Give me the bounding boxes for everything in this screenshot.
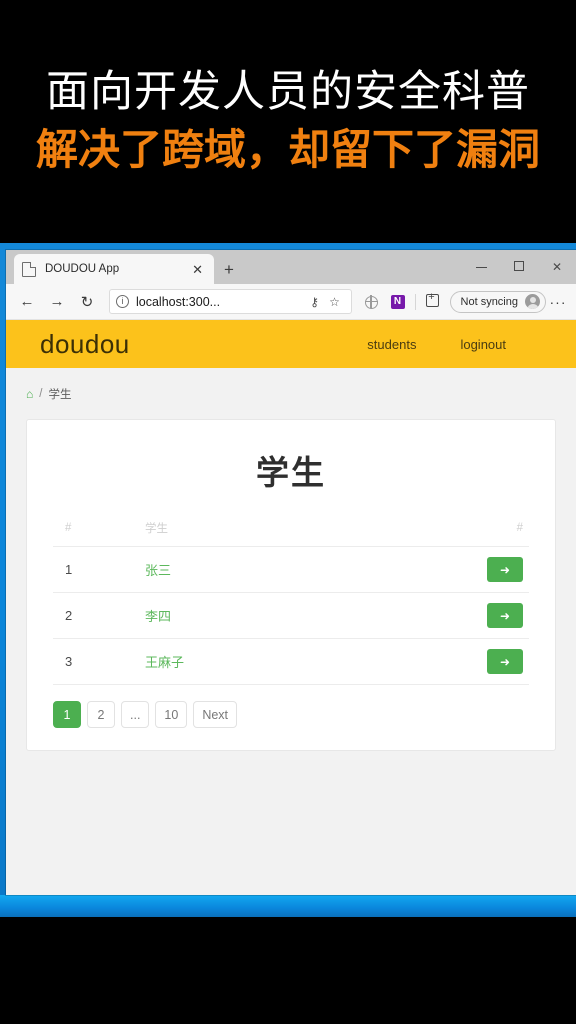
bookmark-star-icon[interactable]: ☆ (325, 295, 345, 309)
password-key-icon[interactable]: ⚷ (305, 295, 325, 309)
table-head: # 学生 # (53, 520, 529, 547)
row-detail-arrow-icon[interactable]: ➜ (487, 557, 523, 582)
page-favicon-icon (22, 261, 36, 277)
pagination-page-10[interactable]: 10 (155, 701, 188, 728)
cell-name: 王麻子 (123, 638, 364, 685)
pagination-next-button[interactable]: Next (193, 701, 238, 728)
table-row: 2 李四 ➜ (53, 592, 529, 639)
column-header-id: # (53, 520, 123, 547)
row-detail-arrow-icon[interactable]: ➜ (487, 649, 523, 674)
cell-name: 张三 (123, 546, 364, 593)
student-name-link[interactable]: 张三 (145, 563, 171, 578)
breadcrumb-separator: / (39, 388, 43, 400)
browser-tab[interactable]: DOUDOU App ✕ (14, 254, 214, 284)
video-caption-band: 面向开发人员的安全科普 解决了跨域，却留下了漏洞 (0, 0, 576, 243)
pagination-page-1[interactable]: 1 (53, 701, 81, 728)
pagination-ellipsis: ... (121, 701, 150, 728)
pagination-page-2[interactable]: 2 (87, 701, 115, 728)
student-name-link[interactable]: 李四 (145, 609, 171, 624)
site-navbar: doudou students loginout (6, 320, 576, 368)
column-header-name: 学生 (123, 520, 364, 547)
home-icon[interactable]: ⌂ (26, 388, 33, 400)
cell-id: 1 (53, 546, 123, 593)
forward-button[interactable]: → (42, 288, 72, 316)
desktop-taskbar-strip (0, 895, 576, 917)
new-tab-button[interactable]: + (224, 261, 234, 278)
table-row: 3 王麻子 ➜ (53, 638, 529, 685)
onenote-icon[interactable]: N (385, 294, 411, 309)
cell-id: 2 (53, 592, 123, 639)
page-title: 学生 (256, 454, 326, 491)
window-controls: ✕ (462, 250, 576, 284)
students-card: 学生 # 学生 # 1 张三 ➜ 2 李四 ➜ 3 王麻子 ➜ 1 2 ... … (26, 419, 556, 751)
reload-button[interactable]: ↻ (72, 288, 102, 316)
close-window-button[interactable]: ✕ (538, 260, 576, 274)
browser-settings-more-button[interactable]: ··· (546, 294, 570, 310)
web-page: doudou students loginout ⌂ / 学生 学生 # 学生 … (6, 320, 576, 895)
caption-line-primary: 面向开发人员的安全科普 (46, 68, 530, 117)
address-bar-url: localhost:300... (136, 294, 221, 309)
close-tab-icon[interactable]: ✕ (189, 263, 206, 276)
nav-link-loginout[interactable]: loginout (460, 337, 506, 352)
extension-globe-icon[interactable] (359, 294, 385, 309)
bottom-letterbox (0, 917, 576, 1024)
sync-status-label: Not syncing (460, 295, 518, 308)
site-nav-links: students loginout (367, 337, 576, 352)
onenote-glyph: N (390, 294, 405, 309)
address-bar[interactable]: i localhost:300... ⚷ ☆ (109, 289, 352, 314)
table-header-row: # 学生 # (53, 520, 529, 547)
cell-name: 李四 (123, 592, 364, 639)
cell-action: ➜ (363, 592, 529, 639)
toolbar-divider (414, 293, 416, 310)
student-name-link[interactable]: 王麻子 (145, 655, 184, 670)
browser-window: DOUDOU App ✕ + ✕ ← → ↻ i localhost:300..… (6, 250, 576, 895)
site-info-icon[interactable]: i (116, 295, 129, 308)
minimize-window-button[interactable] (462, 260, 500, 274)
breadcrumb-current: 学生 (48, 389, 72, 401)
maximize-window-button[interactable] (500, 260, 538, 274)
pagination: 1 2 ... 10 Next (53, 701, 529, 728)
cell-action: ➜ (363, 638, 529, 685)
column-header-action: # (363, 520, 529, 547)
browser-tab-strip: DOUDOU App ✕ + ✕ (6, 250, 576, 284)
back-button[interactable]: ← (12, 288, 42, 316)
breadcrumb: ⌂ / 学生 (6, 368, 576, 402)
browser-tab-title: DOUDOU App (45, 263, 120, 275)
collections-icon[interactable] (420, 291, 446, 310)
students-table: # 学生 # 1 张三 ➜ 2 李四 ➜ 3 王麻子 ➜ (53, 520, 529, 685)
cell-action: ➜ (363, 546, 529, 593)
avatar (525, 294, 540, 309)
row-detail-arrow-icon[interactable]: ➜ (487, 603, 523, 628)
caption-line-secondary: 解决了跨域，却留下了漏洞 (35, 126, 540, 174)
site-brand[interactable]: doudou (40, 329, 130, 360)
cell-id: 3 (53, 638, 123, 685)
profile-sync-button[interactable]: Not syncing (449, 290, 546, 313)
table-body: 1 张三 ➜ 2 李四 ➜ 3 王麻子 ➜ (53, 546, 529, 685)
browser-toolbar: ← → ↻ i localhost:300... ⚷ ☆ N Not synci… (6, 284, 576, 320)
screen: 面向开发人员的安全科普 解决了跨域，却留下了漏洞 DOUDOU App ✕ + … (0, 0, 576, 1024)
table-row: 1 张三 ➜ (53, 546, 529, 593)
nav-link-students[interactable]: students (367, 337, 416, 352)
